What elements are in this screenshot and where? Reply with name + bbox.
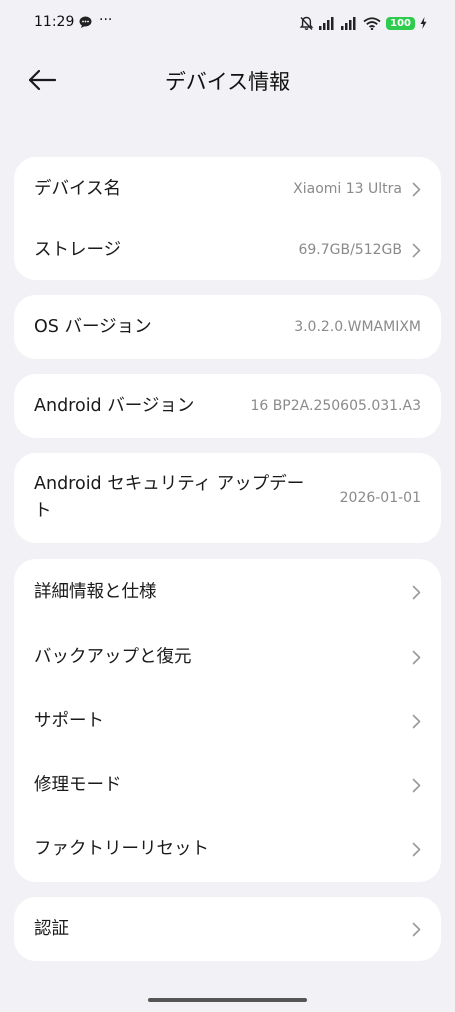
menu-item-label: サポート [34,710,104,731]
menu-item-factory-reset[interactable]: ファクトリーリセット [14,817,441,882]
menu-item-label: 修理モード [34,774,122,795]
status-bar: 11:29 ··· 100 [0,0,455,46]
chevron-right-icon [412,842,421,857]
card-certification: 認証 [14,897,441,961]
wifi-icon [363,16,381,30]
menu-item-backup-restore[interactable]: バックアップと復元 [14,625,441,689]
android-version-label: Android バージョン [34,395,195,416]
os-version-label: OS バージョン [34,316,152,337]
device-name-label: デバイス名 [34,178,121,199]
card-android-version: Android バージョン 16 BP2A.250605.031.A3 [14,374,441,438]
home-indicator[interactable] [148,998,307,1002]
header: デバイス情報 [0,58,455,102]
storage-value: 69.7GB/512GB [298,242,402,258]
card-os-version: OS バージョン 3.0.2.0.WMAMIXM [14,295,441,359]
chevron-right-icon [412,585,421,599]
more-notifications-icon: ··· [99,12,113,28]
chevron-right-icon [412,243,421,257]
card-device: デバイス名 Xiaomi 13 Ultra ストレージ 69.7GB/512GB [14,157,441,280]
certification-label: 認証 [34,918,69,939]
menu-item-support[interactable]: サポート [14,689,441,753]
row-android-version[interactable]: Android バージョン 16 BP2A.250605.031.A3 [14,374,441,438]
card-security-update: Android セキュリティ アップデー ト 2026-01-01 [14,453,441,543]
row-os-version[interactable]: OS バージョン 3.0.2.0.WMAMIXM [14,295,441,359]
menu-item-label: 詳細情報と仕様 [34,581,157,602]
menu-item-label: バックアップと復元 [34,646,192,667]
device-name-value: Xiaomi 13 Ultra [293,181,402,197]
row-security-update[interactable]: Android セキュリティ アップデー ト 2026-01-01 [14,453,441,543]
chevron-right-icon [412,778,421,792]
signal-icon-2 [341,16,356,30]
charging-icon [420,17,427,29]
row-certification[interactable]: 認証 [14,897,441,961]
page-title: デバイス情報 [164,70,291,94]
card-menu: 詳細情報と仕様 バックアップと復元 サポート 修理モード ファクトリーリセット [14,559,441,882]
security-update-value: 2026-01-01 [339,490,421,506]
chevron-right-icon [412,650,421,664]
chevron-right-icon [412,182,421,196]
security-update-label: Android セキュリティ アップデー ト [34,471,334,525]
menu-item-specs[interactable]: 詳細情報と仕様 [14,559,441,625]
android-version-value: 16 BP2A.250605.031.A3 [250,398,421,414]
row-storage[interactable]: ストレージ 69.7GB/512GB [14,219,441,280]
row-device-name[interactable]: デバイス名 Xiaomi 13 Ultra [14,157,441,219]
status-icons: 100 [299,14,427,32]
menu-item-label: ファクトリーリセット [34,839,209,859]
security-update-label-line2: ト [34,501,52,521]
security-update-label-line1: Android セキュリティ アップデー [34,474,305,494]
os-version-value: 3.0.2.0.WMAMIXM [294,319,421,335]
chat-notification-icon [79,16,92,28]
signal-icon-1 [319,16,334,30]
status-time: 11:29 [34,14,75,30]
chevron-right-icon [412,922,421,936]
chevron-right-icon [412,714,421,728]
battery-level: 100 [386,16,415,30]
storage-label: ストレージ [34,239,122,260]
menu-item-repair-mode[interactable]: 修理モード [14,753,441,817]
bell-muted-icon [299,16,314,30]
